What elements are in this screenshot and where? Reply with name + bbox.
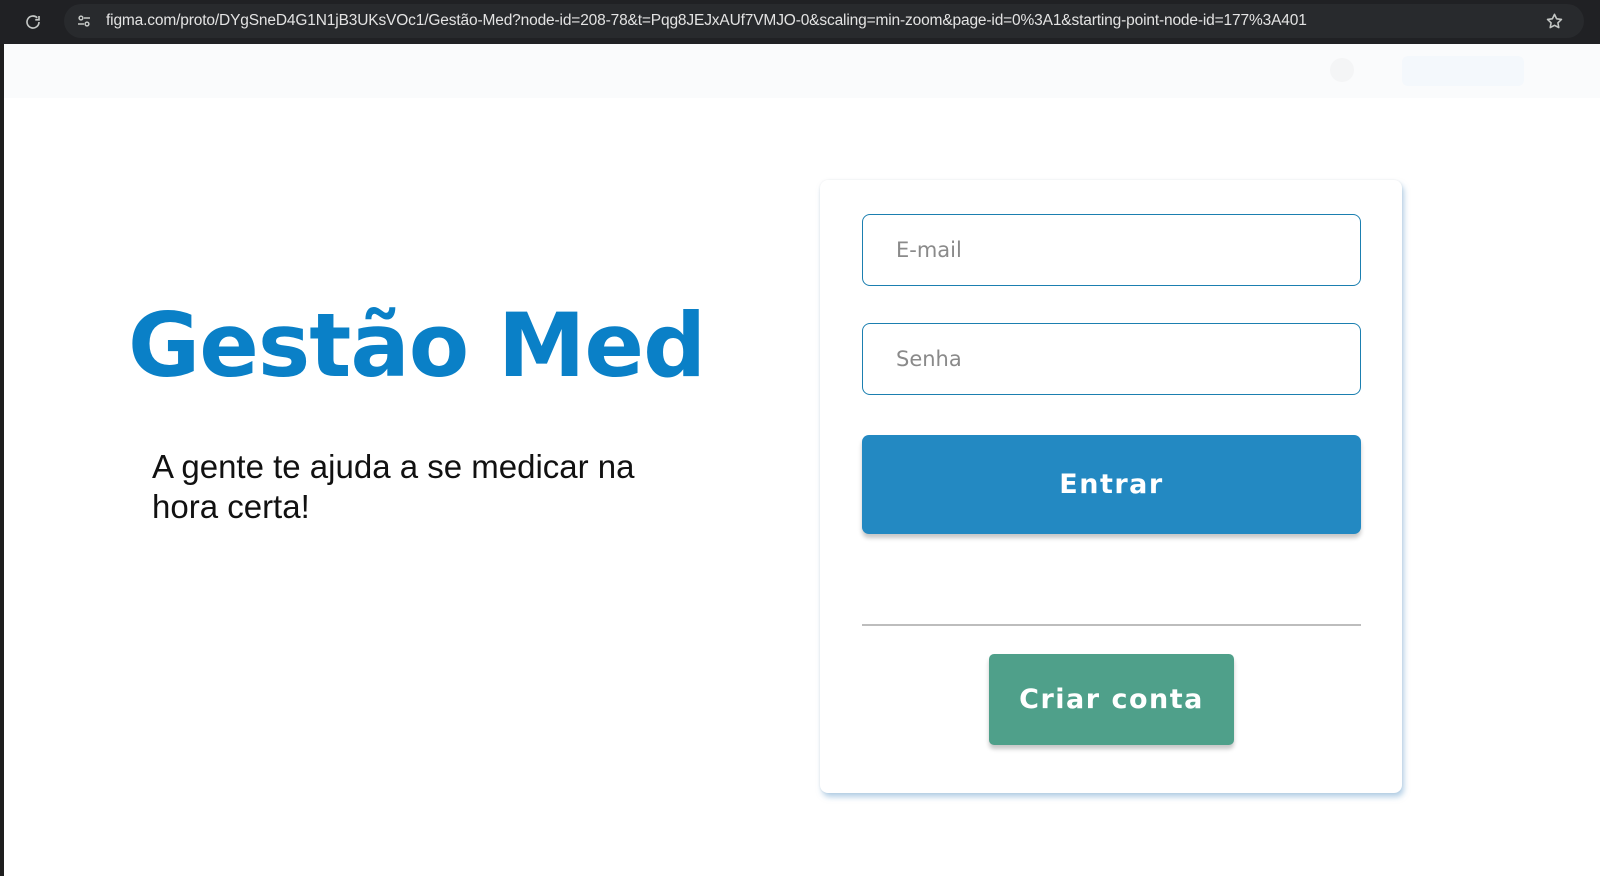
avatar[interactable] [1330, 58, 1354, 82]
site-info-icon[interactable] [74, 11, 94, 31]
url-text[interactable]: figma.com/proto/DYgSneD4G1N1jB3UKsVOc1/G… [106, 12, 1506, 30]
password-input[interactable] [863, 347, 1360, 371]
address-bar[interactable]: figma.com/proto/DYgSneD4G1N1jB3UKsVOc1/G… [64, 4, 1584, 38]
bookmark-star-icon[interactable] [1544, 11, 1564, 31]
prototype-viewport: Gestão Med A gente te ajuda a se medicar… [0, 44, 1600, 876]
browser-toolbar: figma.com/proto/DYgSneD4G1N1jB3UKsVOc1/G… [0, 0, 1600, 44]
email-input[interactable] [863, 238, 1360, 262]
reload-icon[interactable] [23, 12, 43, 32]
tagline: A gente te ajuda a se medicar na hora ce… [152, 448, 635, 525]
email-field[interactable] [862, 214, 1361, 286]
left-edge-bar [0, 44, 4, 876]
create-account-button[interactable]: Criar conta [989, 654, 1234, 745]
brand-title: Gestão Med [128, 294, 706, 397]
figma-prototype-toolbar [4, 44, 1600, 98]
divider [862, 624, 1361, 626]
enter-button[interactable]: Entrar [862, 435, 1361, 534]
password-field[interactable] [862, 323, 1361, 395]
login-card: Entrar Criar conta [820, 180, 1402, 793]
share-button[interactable] [1402, 56, 1524, 86]
